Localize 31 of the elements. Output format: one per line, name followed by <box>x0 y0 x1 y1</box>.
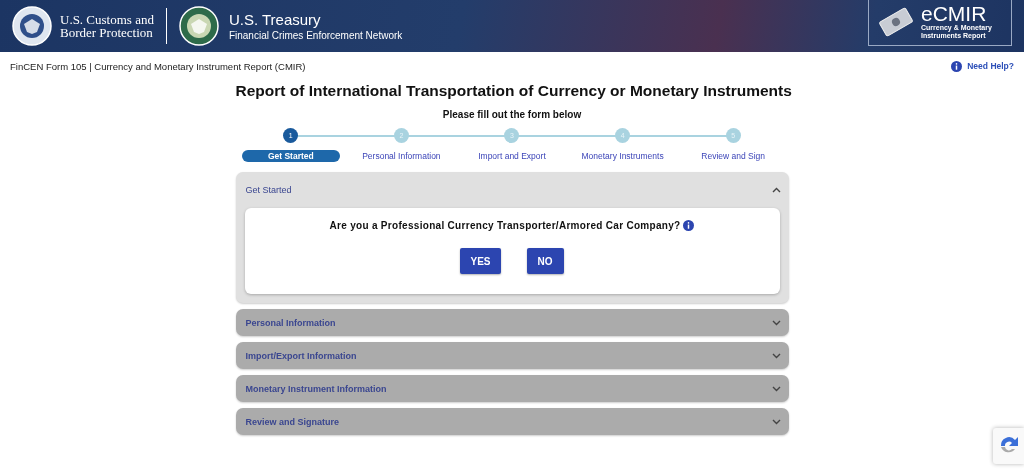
chevron-down-icon <box>771 385 781 392</box>
chevron-down-icon <box>771 319 781 326</box>
step-tab[interactable]: Import and Export <box>478 150 546 162</box>
accordion-header[interactable]: Review and Signature <box>235 408 789 435</box>
help-link[interactable]: Need Help? <box>951 60 1014 72</box>
question-text: Are you a Professional Currency Transporter/Armored Car Company? <box>329 220 681 231</box>
answer-button[interactable]: NO <box>526 248 564 274</box>
step-tab[interactable]: Personal Information <box>362 150 441 162</box>
info-icon <box>951 60 963 72</box>
accordion-header[interactable]: Get Started <box>235 172 789 208</box>
agency-name: U.S. Customs and <box>60 13 154 26</box>
accordion-header[interactable]: Personal Information <box>235 309 789 336</box>
agency-subtitle: Financial Crimes Enforcement Network <box>228 28 403 42</box>
chevron-down-icon <box>771 418 781 425</box>
agency-name: U.S. Treasury <box>228 10 322 29</box>
cbp-seal-icon <box>12 6 52 46</box>
info-icon[interactable] <box>683 220 695 231</box>
accordion-header[interactable]: Import/Export Information <box>235 342 789 369</box>
product-name: eCMIR <box>921 3 988 24</box>
accordion-header[interactable]: Monetary Instrument Information <box>235 375 789 402</box>
answer-button[interactable]: YES <box>460 248 501 274</box>
treasury-seal-icon <box>178 6 219 46</box>
instructions: Please fill out the form below <box>441 109 583 120</box>
form-title: FinCEN Form 105 | Currency and Monetary Instrument Report (CMIR) <box>10 60 306 72</box>
captcha-badge[interactable] <box>993 428 1024 464</box>
step-tab[interactable]: Review and Sign <box>701 150 766 162</box>
agency-name: Border Protection <box>60 26 154 39</box>
step-tab[interactable]: Monetary Instruments <box>581 150 664 162</box>
step-tab[interactable]: Get Started <box>241 150 340 162</box>
chevron-up-icon <box>771 187 781 193</box>
chevron-down-icon <box>771 352 781 359</box>
